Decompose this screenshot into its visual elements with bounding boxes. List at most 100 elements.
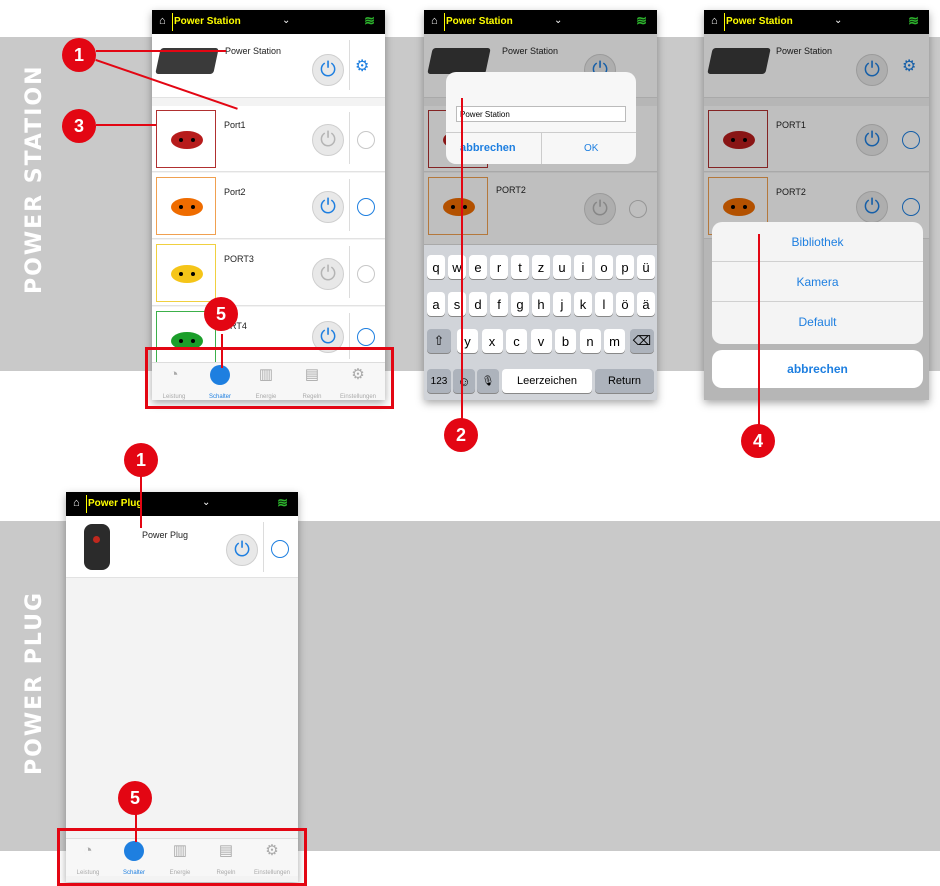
- key-a[interactable]: a: [427, 292, 445, 316]
- power-station-label: POWER STATION: [22, 64, 47, 295]
- home-icon[interactable]: ⌂: [159, 15, 166, 27]
- timer-icon[interactable]: [357, 198, 375, 216]
- key-j[interactable]: j: [553, 292, 571, 316]
- power-plug-image: [84, 524, 110, 570]
- key-g[interactable]: g: [511, 292, 529, 316]
- home-icon[interactable]: ⌂: [711, 15, 718, 27]
- key-ü[interactable]: ü: [637, 255, 655, 279]
- port3-power-button[interactable]: ⏻: [312, 258, 344, 290]
- callout-marker-5: 5: [118, 781, 152, 815]
- port1-power-button[interactable]: ⏻: [312, 124, 344, 156]
- port-row-2[interactable]: Port2 ⏻: [152, 173, 385, 239]
- port2-socket-image[interactable]: [156, 177, 216, 235]
- wifi-home-icon: ≋: [636, 13, 647, 28]
- key-b[interactable]: b: [555, 329, 576, 353]
- key-s[interactable]: s: [448, 292, 466, 316]
- key-n[interactable]: n: [579, 329, 601, 353]
- device-name: Power Plug: [142, 530, 189, 540]
- camera-option[interactable]: Kamera: [712, 262, 923, 302]
- port-row-1[interactable]: Port1 ⏻: [152, 106, 385, 172]
- cancel-button[interactable]: abbrechen: [460, 142, 516, 154]
- timer-icon[interactable]: [357, 328, 375, 346]
- port3-socket-image[interactable]: [156, 244, 216, 302]
- key-d[interactable]: d: [469, 292, 487, 316]
- backspace-key[interactable]: ⌫: [630, 329, 654, 353]
- power-icon: ⏻: [320, 59, 336, 81]
- power-button[interactable]: ⏻: [226, 534, 258, 566]
- key-r[interactable]: r: [490, 255, 508, 279]
- port2-label: Port2: [224, 187, 246, 197]
- power-icon: ⏻: [234, 539, 250, 561]
- key-u[interactable]: u: [553, 255, 571, 279]
- library-option[interactable]: Bibliothek: [712, 222, 923, 262]
- device-selector[interactable]: Power Station: [726, 16, 793, 27]
- top-bar: ⌂ Power Plug ⌄ ≋: [66, 492, 298, 516]
- phone-rename-dialog: ⌂ Power Station ⌄ ≋ Power Station ⏻ PORT…: [424, 10, 657, 400]
- key-x[interactable]: x: [481, 329, 503, 353]
- gear-icon[interactable]: ⚙: [355, 56, 369, 76]
- ok-button[interactable]: OK: [584, 143, 598, 154]
- key-c[interactable]: c: [506, 329, 527, 353]
- home-icon[interactable]: ⌂: [431, 15, 438, 27]
- key-k[interactable]: k: [574, 292, 592, 316]
- emoji-key[interactable]: ☺: [453, 369, 475, 393]
- device-selector[interactable]: Power Station: [174, 16, 241, 27]
- key-w[interactable]: w: [448, 255, 466, 279]
- device-selector[interactable]: Power Station: [446, 16, 513, 27]
- callout-marker-3: 3: [62, 109, 96, 143]
- key-m[interactable]: m: [604, 329, 625, 353]
- phone-image-picker: ⌂ Power Station ⌄ ≋ Power Station ⏻ ⚙ PO…: [704, 10, 929, 400]
- numbers-key[interactable]: 123: [427, 369, 451, 393]
- port-row-3[interactable]: PORT3 ⏻: [152, 240, 385, 306]
- key-e[interactable]: e: [469, 255, 487, 279]
- device-row[interactable]: Power Station ⏻ ⚙: [152, 34, 385, 98]
- callout-marker-4: 4: [741, 424, 775, 458]
- port2-power-button[interactable]: ⏻: [312, 191, 344, 223]
- device-name: Power Station: [225, 46, 282, 56]
- key-i[interactable]: i: [574, 255, 592, 279]
- space-key[interactable]: Leerzeichen: [502, 369, 592, 393]
- port1-socket-image[interactable]: [156, 110, 216, 168]
- sheet-cancel-button[interactable]: abbrechen: [712, 350, 923, 388]
- shift-key[interactable]: ⇧: [427, 329, 451, 353]
- key-p[interactable]: p: [616, 255, 634, 279]
- microphone-icon[interactable]: 🎙: [477, 369, 499, 393]
- master-power-button[interactable]: ⏻: [312, 54, 344, 86]
- chevron-down-icon[interactable]: ⌄: [282, 15, 290, 26]
- image-action-sheet: Bibliothek Kamera Default: [712, 222, 923, 344]
- key-f[interactable]: f: [490, 292, 508, 316]
- tab-bar-highlight: [57, 828, 307, 886]
- chevron-down-icon[interactable]: ⌄: [202, 497, 210, 508]
- port1-label: Port1: [224, 120, 246, 130]
- rename-dialog: abbrechen OK: [446, 72, 636, 164]
- top-bar: ⌂ Power Station ⌄ ≋: [704, 10, 929, 34]
- callout-marker-5: 5: [204, 297, 238, 331]
- default-option[interactable]: Default: [712, 302, 923, 342]
- timer-icon[interactable]: [357, 131, 375, 149]
- key-z[interactable]: z: [532, 255, 550, 279]
- key-ä[interactable]: ä: [637, 292, 655, 316]
- timer-icon[interactable]: [357, 265, 375, 283]
- keyboard: qwertzuiopü asdfghjklöä yxcvbnm ⇧ ⌫ 123 …: [424, 245, 657, 400]
- key-h[interactable]: h: [532, 292, 550, 316]
- key-o[interactable]: o: [595, 255, 613, 279]
- port3-label: PORT3: [224, 254, 254, 264]
- home-icon[interactable]: ⌂: [73, 497, 80, 509]
- key-t[interactable]: t: [511, 255, 529, 279]
- chevron-down-icon[interactable]: ⌄: [554, 15, 562, 26]
- tab-bar-highlight: [145, 347, 394, 409]
- wifi-home-icon: ≋: [364, 13, 375, 28]
- key-q[interactable]: q: [427, 255, 445, 279]
- device-selector[interactable]: Power Plug: [88, 498, 142, 509]
- callout-marker-2: 2: [444, 418, 478, 452]
- rename-input[interactable]: [456, 106, 626, 122]
- device-row[interactable]: Power Plug ⏻: [66, 516, 298, 578]
- callout-marker-1: 1: [124, 443, 158, 477]
- key-v[interactable]: v: [530, 329, 552, 353]
- key-l[interactable]: l: [595, 292, 613, 316]
- chevron-down-icon[interactable]: ⌄: [834, 15, 842, 26]
- key-ö[interactable]: ö: [616, 292, 634, 316]
- phone-power-plug: ⌂ Power Plug ⌄ ≋ Power Plug ⏻ ◔ Leistung …: [66, 492, 298, 882]
- timer-icon[interactable]: [271, 540, 289, 558]
- return-key[interactable]: Return: [595, 369, 654, 393]
